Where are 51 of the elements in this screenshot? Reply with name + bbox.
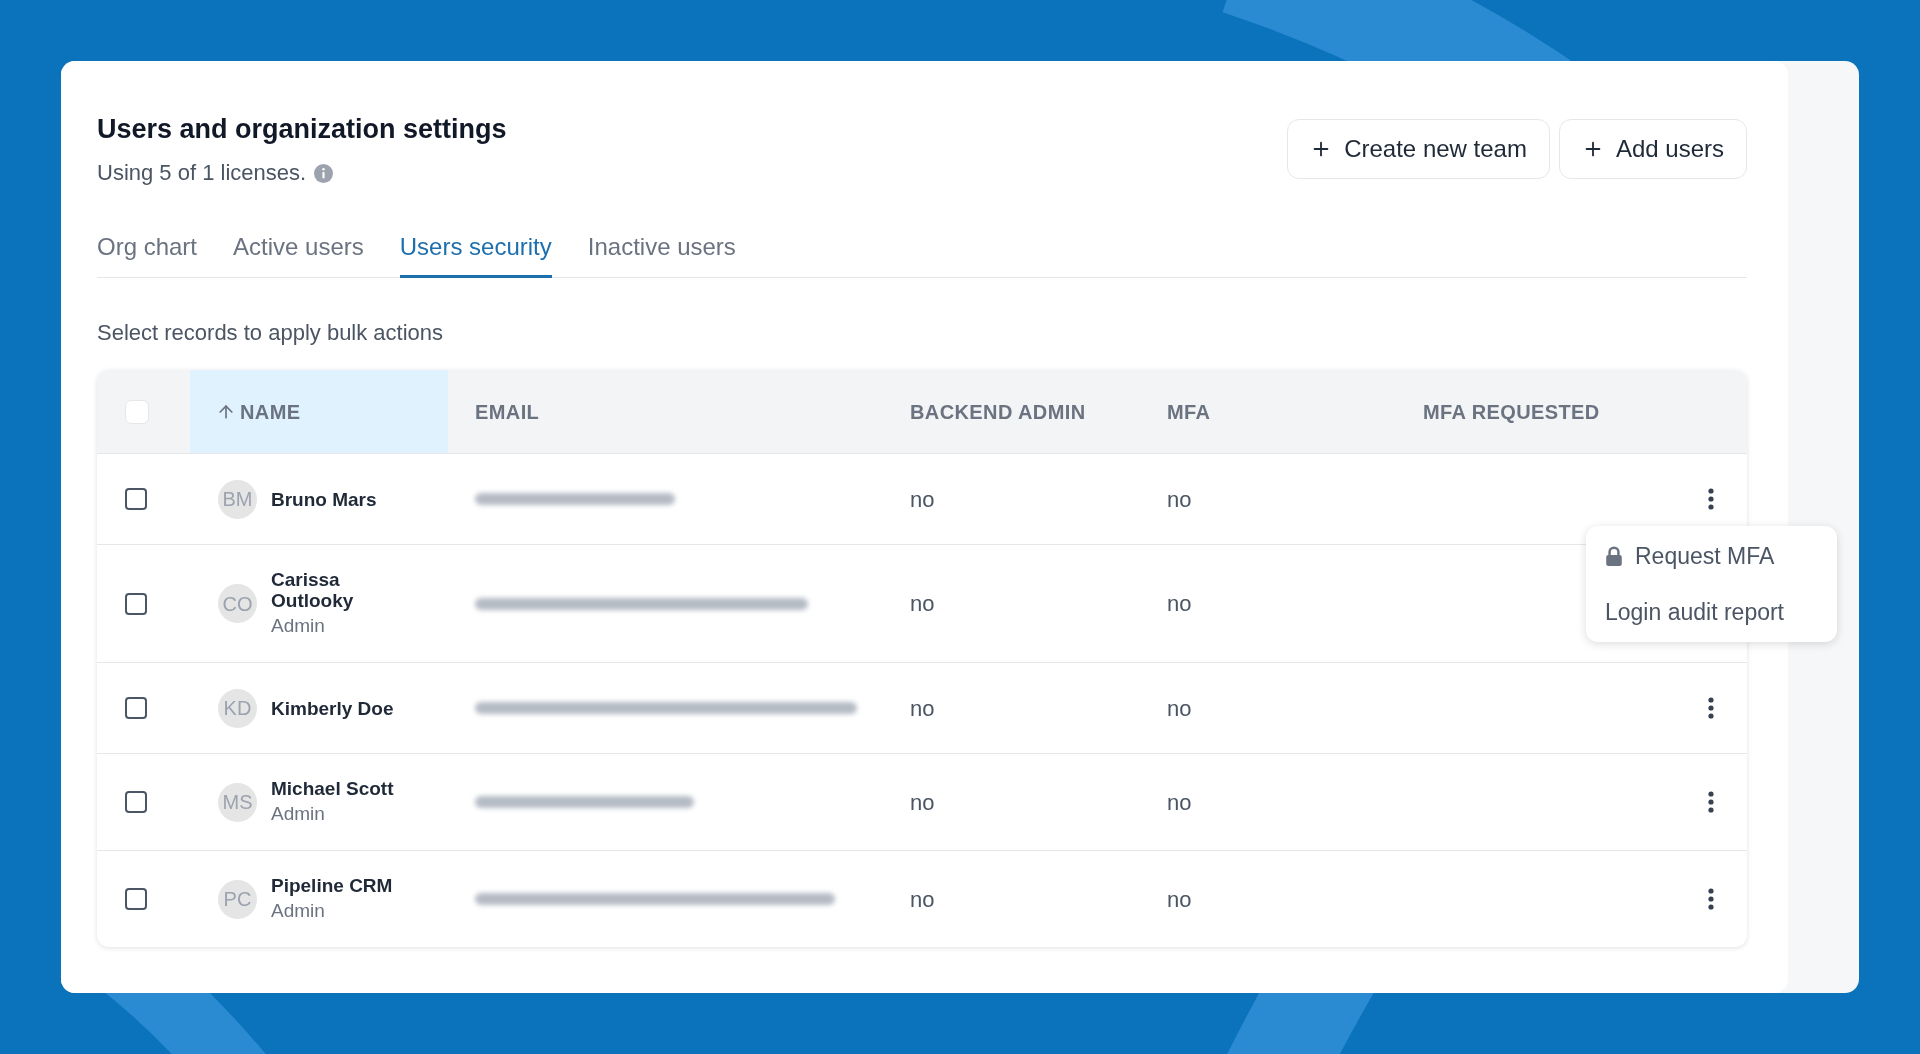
row-checkbox[interactable]	[125, 697, 147, 719]
tab[interactable]: Users security	[399, 233, 552, 278]
tab[interactable]: Org chart	[97, 233, 198, 278]
row-checkbox[interactable]	[125, 592, 147, 615]
select-all-checkbox[interactable]	[125, 399, 149, 424]
table-cell-text: no	[1167, 485, 1192, 514]
row-checkbox[interactable]	[125, 888, 147, 910]
tab[interactable]: Active users	[233, 233, 364, 278]
tab[interactable]: Inactive users	[587, 233, 736, 278]
row-checkbox[interactable]	[125, 488, 147, 510]
create-team-button[interactable]: Create new team	[1287, 119, 1550, 179]
row-checkbox[interactable]	[125, 791, 147, 813]
more-vertical-icon	[1708, 791, 1714, 813]
column-header[interactable]: BACKEND ADMIN	[910, 396, 1086, 427]
user-avatar: CO	[218, 584, 257, 623]
info-icon	[314, 163, 334, 183]
table-cell-text: no	[910, 694, 935, 723]
bulk-actions-hint: Select records to apply bulk actions	[97, 319, 445, 347]
column-header[interactable]: EMAIL	[475, 396, 540, 427]
user-avatar: MS	[218, 782, 257, 822]
user-name: Carissa Outlooky	[271, 569, 355, 611]
sortable-column-header[interactable]: NAME	[190, 370, 448, 453]
menu-item[interactable]: Login audit report	[1586, 584, 1796, 640]
license-usage-text: Using 5 of 1 licenses.	[97, 159, 307, 187]
column-header[interactable]: MFA REQUESTED	[1423, 396, 1600, 427]
more-vertical-icon	[1708, 697, 1714, 719]
table-cell-text: no	[910, 485, 935, 514]
column-header[interactable]: MFA	[1167, 396, 1211, 427]
table-cell-text: no	[1167, 590, 1192, 618]
lock-icon	[1605, 546, 1623, 566]
user-role: Admin	[271, 802, 326, 826]
table-cell-text: no	[910, 885, 935, 914]
user-avatar: PC	[218, 879, 257, 919]
table-cell-text: no	[1167, 694, 1192, 723]
user-role: Admin	[271, 614, 326, 638]
user-name: Kimberly Doe	[271, 697, 394, 719]
user-avatar: KD	[218, 688, 257, 728]
table-cell-text: no	[910, 788, 935, 817]
table-cell-text: no	[1167, 885, 1192, 914]
user-role: Admin	[271, 899, 326, 923]
user-name: Bruno Mars	[271, 488, 377, 510]
table-cell-text: no	[1167, 788, 1192, 817]
add-users-button[interactable]: Add users	[1558, 119, 1747, 179]
more-vertical-icon	[1708, 888, 1714, 910]
table-cell-text: no	[910, 590, 935, 618]
user-name: Michael Scott	[271, 778, 394, 799]
user-name: Pipeline CRM	[271, 875, 393, 896]
more-vertical-icon	[1708, 488, 1714, 510]
user-avatar: BM	[218, 479, 257, 519]
page-title: Users and organization settings	[97, 113, 507, 146]
menu-item[interactable]: Request MFA	[1586, 528, 1787, 584]
